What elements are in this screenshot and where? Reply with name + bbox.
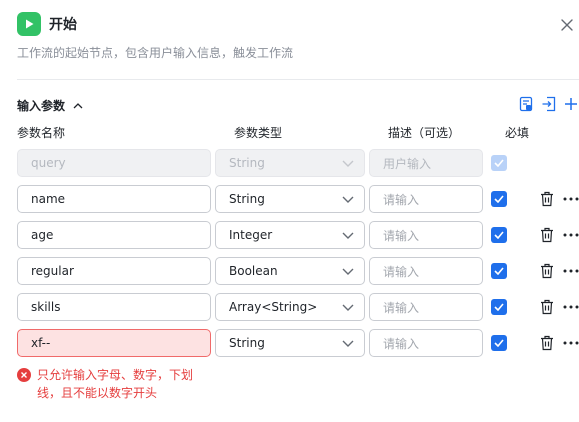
required-checkbox[interactable]: [491, 191, 507, 207]
param-desc-input[interactable]: 请输入: [369, 257, 483, 285]
param-type-select[interactable]: String: [215, 329, 365, 357]
chevron-down-icon: [342, 268, 354, 275]
param-type-select: String: [215, 149, 365, 177]
param-type-select[interactable]: Array<String>: [215, 293, 365, 321]
param-name-input[interactable]: age: [17, 221, 211, 249]
more-icon[interactable]: [563, 341, 579, 345]
param-type-value: Array<String>: [229, 300, 318, 314]
param-desc-input[interactable]: 请输入: [369, 293, 483, 321]
check-icon: [494, 159, 504, 167]
play-icon: [26, 19, 34, 29]
trash-icon[interactable]: [540, 263, 554, 279]
validation-error: 只允许输入字母、数字，下划 线，且不能以数字开头: [17, 366, 193, 402]
param-type-value: Integer: [229, 228, 273, 242]
trash-icon[interactable]: [540, 227, 554, 243]
param-name-input: query: [17, 149, 211, 177]
section-title: 输入参数: [17, 99, 66, 113]
param-type-select[interactable]: Integer: [215, 221, 365, 249]
param-type-value: Boolean: [229, 264, 278, 278]
error-line-1: 只允许输入字母、数字，下划: [37, 368, 194, 382]
node-description: 工作流的起始节点，包含用户输入信息，触发工作流: [17, 46, 294, 60]
start-node-icon: [17, 12, 41, 36]
chevron-down-icon: [342, 160, 354, 167]
error-line-2: 线，且不能以数字开头: [37, 386, 158, 400]
column-header-type: 参数类型: [234, 126, 283, 140]
column-header-description: 描述（可选）: [388, 126, 461, 140]
check-icon: [494, 303, 504, 311]
chevron-down-icon: [342, 304, 354, 311]
required-checkbox: [491, 155, 507, 171]
chevron-down-icon: [342, 196, 354, 203]
chevron-up-icon: [73, 102, 83, 108]
column-header-name: 参数名称: [17, 126, 66, 140]
more-icon[interactable]: [563, 197, 579, 201]
param-type-select[interactable]: Boolean: [215, 257, 365, 285]
trash-icon[interactable]: [540, 335, 554, 351]
param-name-input[interactable]: skills: [17, 293, 211, 321]
param-name-input[interactable]: regular: [17, 257, 211, 285]
import-icon[interactable]: [541, 96, 557, 112]
more-icon[interactable]: [563, 233, 579, 237]
param-name-input-error[interactable]: xf--: [17, 329, 211, 357]
required-checkbox[interactable]: [491, 227, 507, 243]
error-icon: [17, 368, 31, 382]
more-icon[interactable]: [563, 305, 579, 309]
param-name-input[interactable]: name: [17, 185, 211, 213]
param-type-select[interactable]: String: [215, 185, 365, 213]
import-file-icon[interactable]: [518, 96, 534, 112]
param-type-value: String: [229, 336, 265, 350]
param-desc-input[interactable]: 请输入: [369, 185, 483, 213]
section-toggle-input-params[interactable]: 输入参数: [17, 97, 83, 114]
trash-icon[interactable]: [540, 299, 554, 315]
param-desc-input: 用户输入: [369, 149, 483, 177]
divider: [17, 79, 579, 80]
required-checkbox[interactable]: [491, 335, 507, 351]
more-icon[interactable]: [563, 269, 579, 273]
error-text: 只允许输入字母、数字，下划 线，且不能以数字开头: [37, 366, 193, 402]
check-icon: [494, 339, 504, 347]
check-icon: [494, 267, 504, 275]
required-checkbox[interactable]: [491, 299, 507, 315]
trash-icon[interactable]: [540, 191, 554, 207]
required-checkbox[interactable]: [491, 263, 507, 279]
chevron-down-icon: [342, 232, 354, 239]
column-header-required: 必填: [505, 126, 530, 140]
check-icon: [494, 231, 504, 239]
param-desc-input[interactable]: 请输入: [369, 329, 483, 357]
param-type-value: String: [229, 156, 265, 170]
chevron-down-icon: [342, 340, 354, 347]
param-desc-input[interactable]: 请输入: [369, 221, 483, 249]
add-icon[interactable]: [563, 96, 579, 112]
check-icon: [494, 195, 504, 203]
node-title: 开始: [49, 17, 77, 33]
close-icon[interactable]: [560, 18, 574, 32]
param-type-value: String: [229, 192, 265, 206]
